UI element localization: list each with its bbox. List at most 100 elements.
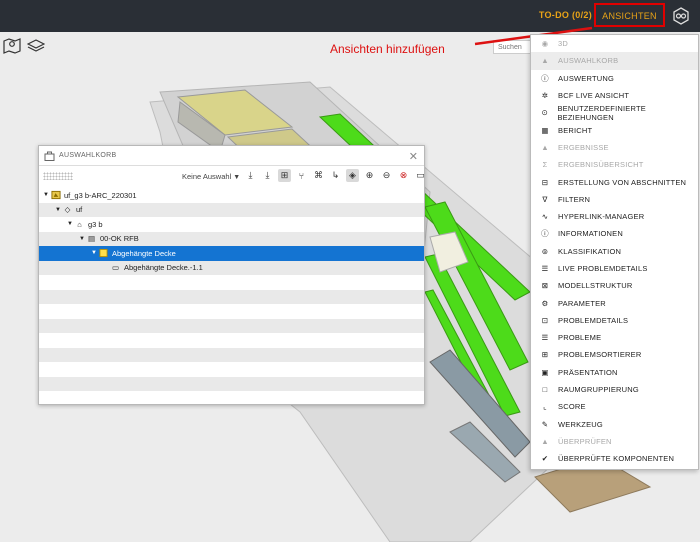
selection-tree: ▼ uf_g3 b-ARC_220301 ▼ ◇ uf ▼ ⌂ g3 b ▼ ▤…: [39, 188, 424, 391]
menu-item-überprüfte-komponenten[interactable]: ✔ ÜBERPRÜFTE KOMPONENTEN: [531, 450, 698, 467]
panel-toolbar: Keine Auswahl ▼ ⤓ ⤓ ⊞ ⑂ ⌘ ↳ ◈ ⊕ ⊖ ⊗ ▭: [39, 166, 427, 188]
menu-item-label: LIVE PROBLEMDETAILS: [558, 264, 648, 273]
menu-item-ergebnisse: ▲ ERGEBNISSE: [531, 139, 698, 156]
annotation-label: Ansichten hinzufügen: [330, 42, 445, 56]
warning-icon: ▲: [541, 142, 549, 152]
menu-item-erstellung-von-abschnitten[interactable]: ⊟ ERSTELLUNG VON ABSCHNITTEN: [531, 173, 698, 190]
expand-icon[interactable]: ▼: [78, 236, 86, 242]
menu-item-label: KLASSIFIKATION: [558, 246, 622, 256]
tree-row-label: Abgehängte Decke: [112, 248, 176, 258]
user-profile-icon[interactable]: [672, 7, 690, 25]
classification-icon: ⊚: [541, 246, 549, 256]
basket-remove-icon[interactable]: ⊖: [380, 169, 393, 182]
gear-icon: ⚙: [541, 298, 549, 308]
ansichten-button[interactable]: ANSICHTEN: [594, 3, 665, 27]
drag-handle[interactable]: [43, 172, 73, 180]
tree-row-building[interactable]: ▼ ⌂ g3 b: [39, 217, 424, 232]
menu-item-präsentation[interactable]: ▣ PRÄSENTATION: [531, 364, 698, 381]
tree-row-element[interactable]: ▭ Abgehängte Decke.-1.1: [39, 260, 424, 275]
menu-item-auswertung[interactable]: ⓘ AUSWERTUNG: [531, 70, 698, 87]
search-input[interactable]: [493, 40, 533, 54]
menu-item-label: AUSWAHLKORB: [558, 56, 619, 66]
menu-item-score[interactable]: ⌞ SCORE: [531, 398, 698, 415]
menu-item-label: INFORMATIONEN: [558, 229, 623, 239]
menu-item-benutzerdefinierte-beziehungen[interactable]: ⊙ BENUTZERDEFINIERTE BEZIEHUNGEN: [531, 103, 698, 122]
presentation-icon: ▣: [541, 367, 549, 377]
menu-item-label: SCORE: [558, 402, 586, 412]
tree-row-empty: [39, 289, 424, 304]
menu-item-label: BENUTZERDEFINIERTE BEZIEHUNGEN: [557, 103, 646, 122]
folder-icon: [98, 248, 109, 258]
expand-icon[interactable]: ▼: [42, 192, 50, 198]
cube-select-icon[interactable]: ◈: [346, 169, 359, 182]
list-icon: ☰: [541, 333, 549, 343]
tree-row-empty: [39, 347, 424, 362]
close-icon[interactable]: ✕: [409, 150, 418, 163]
menu-item-raumgruppierung[interactable]: □ RAUMGRUPPIERUNG: [531, 381, 698, 398]
import-icon[interactable]: ⤓: [244, 169, 257, 182]
tree-view-icon[interactable]: ⊞: [278, 169, 291, 182]
tree-row-label: uf: [76, 205, 83, 215]
tree-row-empty: [39, 275, 424, 290]
expand-icon[interactable]: ▼: [54, 207, 62, 213]
menu-item-bericht[interactable]: ▦ BERICHT: [531, 121, 698, 138]
basket-icon: ▲: [541, 56, 549, 66]
menu-item-filtern[interactable]: ∇ FILTERN: [531, 191, 698, 208]
menu-item-ergebnisübersicht: Σ ERGEBNISÜBERSICHT: [531, 156, 698, 173]
expand-icon[interactable]: ▼: [66, 221, 74, 227]
menu-item-parameter[interactable]: ⚙ PARAMETER: [531, 294, 698, 311]
menu-item-werkzeug[interactable]: ✎ WERKZEUG: [531, 416, 698, 433]
menu-item-3d: ◉ 3D: [531, 35, 698, 52]
menu-item-label: PROBLEMDETAILS: [558, 315, 629, 325]
info-icon: ⓘ: [541, 229, 549, 239]
menu-item-label: BERICHT: [558, 125, 593, 135]
selection-dropdown[interactable]: Keine Auswahl ▼: [182, 172, 240, 181]
tree-row-storey[interactable]: ▼ ▤ 00-OK RFB: [39, 231, 424, 246]
menu-item-problemsortierer[interactable]: ⊞ PROBLEMSORTIERER: [531, 346, 698, 363]
menu-item-label: ERGEBNISSE: [558, 142, 609, 152]
menu-item-live-problemdetails[interactable]: ☰ LIVE PROBLEMDETAILS: [531, 260, 698, 277]
layers-icon[interactable]: [27, 38, 45, 54]
menu-item-label: 3D: [558, 39, 568, 49]
todo-button[interactable]: TO-DO (0/2): [539, 10, 592, 20]
menu-item-label: PROBLEME: [558, 333, 602, 343]
tree-row-label: 00-OK RFB: [100, 234, 139, 244]
menu-item-probleme[interactable]: ☰ PROBLEME: [531, 329, 698, 346]
live-details-icon: ☰: [541, 264, 549, 273]
auswahlkorb-panel: AUSWAHLKORB ✕ Keine Auswahl ▼ ⤓ ⤓ ⊞ ⑂ ⌘ …: [38, 145, 425, 405]
tree-row-label: Abgehängte Decke.-1.1: [124, 263, 203, 273]
tree-row-model[interactable]: ▼ uf_g3 b-ARC_220301: [39, 188, 424, 203]
menu-item-label: ÜBERPRÜFTE KOMPONENTEN: [558, 454, 675, 464]
menu-item-label: ERSTELLUNG VON ABSCHNITTEN: [558, 177, 687, 187]
menu-item-label: BCF LIVE ANSICHT: [558, 91, 630, 101]
menu-item-bcf-live-ansicht[interactable]: ✲ BCF LIVE ANSICHT: [531, 87, 698, 104]
menu-item-modellstruktur[interactable]: ⊠ MODELLSTRUKTUR: [531, 277, 698, 294]
tree-row-empty: [39, 376, 424, 391]
hierarchy-icon[interactable]: ⑂: [295, 169, 308, 182]
basket-icon: [44, 151, 55, 161]
flat-list-icon[interactable]: ↳: [329, 169, 342, 182]
window-icon[interactable]: ▭: [414, 169, 427, 182]
element-icon: ▭: [111, 263, 120, 273]
menu-item-label: RAUMGRUPPIERUNG: [558, 385, 639, 395]
menu-item-hyperlink-manager[interactable]: ∿ HYPERLINK-MANAGER: [531, 208, 698, 225]
panel-header: AUSWAHLKORB: [39, 146, 424, 166]
basket-add-icon[interactable]: ⊕: [363, 169, 376, 182]
menu-item-auswahlkorb: ▲ AUSWAHLKORB: [531, 52, 698, 70]
import-all-icon[interactable]: ⤓: [261, 169, 274, 182]
menu-item-informationen[interactable]: ⓘ INFORMATIONEN: [531, 225, 698, 242]
check-basket-icon: ▲: [541, 436, 549, 446]
model-icon: [50, 190, 61, 200]
table-icon: ▦: [541, 125, 549, 135]
map-pin-icon[interactable]: [3, 38, 21, 54]
menu-item-problemdetails[interactable]: ⊡ PROBLEMDETAILS: [531, 312, 698, 329]
expand-icon[interactable]: ▼: [90, 250, 98, 256]
tree-row-floor[interactable]: ▼ ◇ uf: [39, 202, 424, 217]
group-icon[interactable]: ⌘: [312, 169, 325, 182]
menu-item-klassifikation[interactable]: ⊚ KLASSIFIKATION: [531, 243, 698, 260]
wrench-icon: ✎: [541, 419, 549, 429]
views-menu: ◉ 3D ▲ AUSWAHLKORB ⓘ AUSWERTUNG ✲ BCF LIVE ANSI…: [530, 34, 699, 470]
tree-row-category[interactable]: ▼ Abgehängte Decke: [39, 246, 424, 261]
basket-clear-icon[interactable]: ⊗: [397, 169, 410, 182]
floor-icon: ◇: [64, 205, 71, 215]
